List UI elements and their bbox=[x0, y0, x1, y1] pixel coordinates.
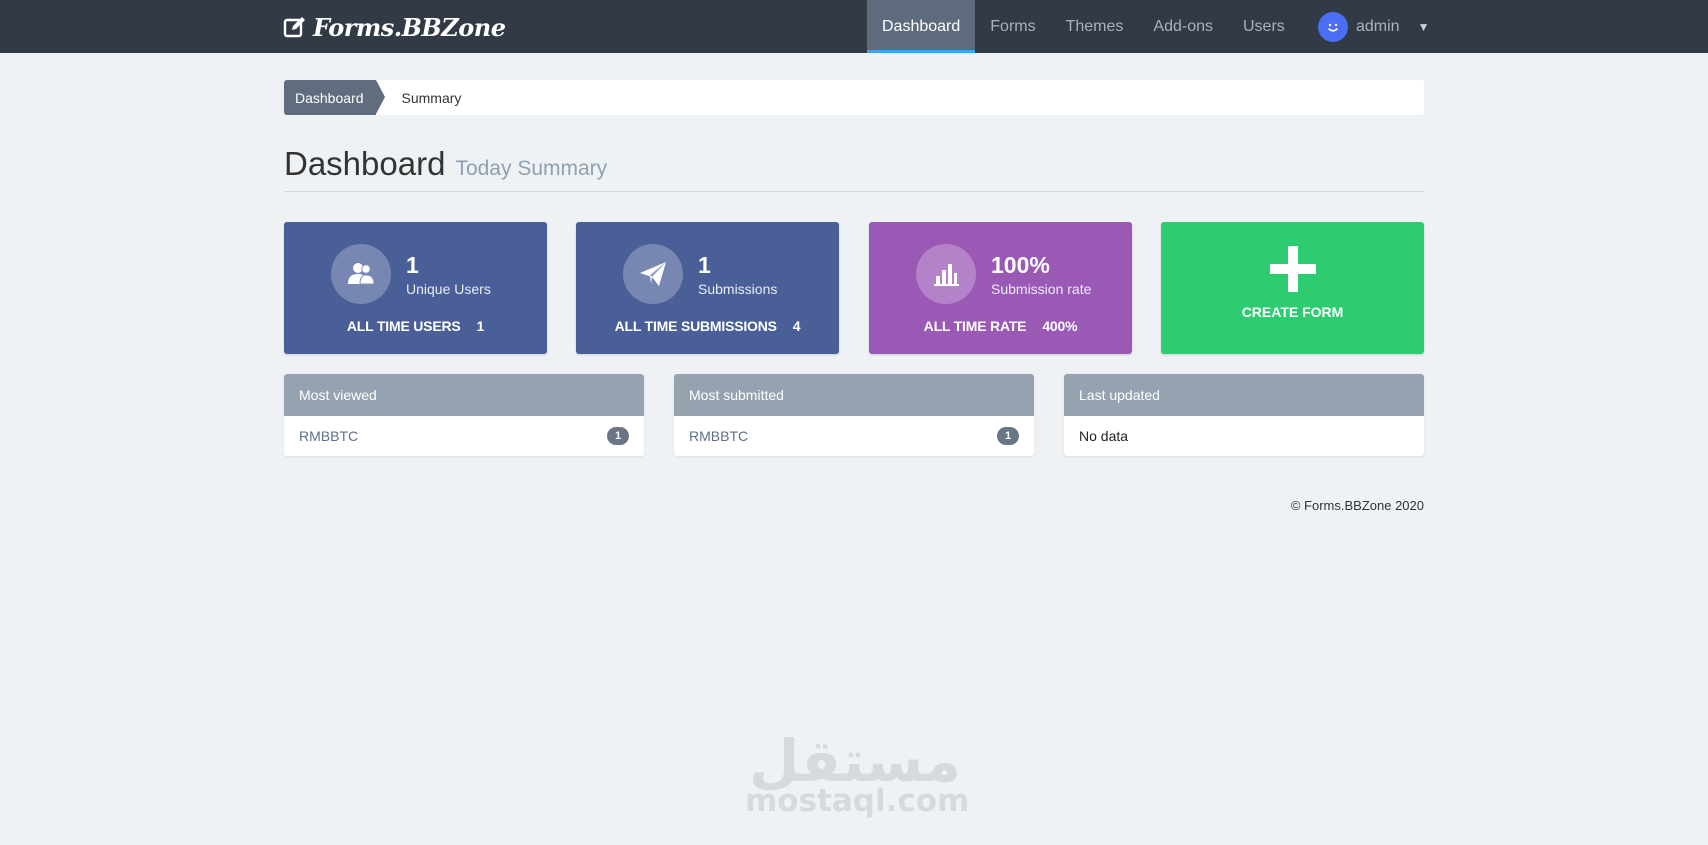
breadcrumb-dashboard[interactable]: Dashboard bbox=[284, 80, 384, 115]
top-navbar: Forms.BBZone Dashboard Forms Themes Add-… bbox=[0, 0, 1708, 53]
users-icon bbox=[331, 244, 391, 304]
card-label: Submissions bbox=[698, 281, 778, 297]
nav-themes[interactable]: Themes bbox=[1051, 0, 1139, 53]
caret-down-icon: ▼ bbox=[1417, 19, 1430, 34]
empty-message: No data bbox=[1079, 428, 1129, 444]
nav-forms[interactable]: Forms bbox=[975, 0, 1050, 53]
stat-card-rate: 100% Submission rate ALL TIME RATE 400% bbox=[869, 222, 1132, 354]
list-item: No data bbox=[1064, 416, 1424, 456]
panel-title: Most viewed bbox=[284, 374, 644, 416]
card-footer: ALL TIME RATE 400% bbox=[869, 318, 1132, 334]
list-item: RMBBTC 1 bbox=[674, 416, 1034, 456]
nav-addons[interactable]: Add-ons bbox=[1138, 0, 1228, 53]
nav-dashboard[interactable]: Dashboard bbox=[867, 0, 976, 53]
card-footer-value: 4 bbox=[792, 318, 801, 334]
create-form-button[interactable]: CREATE FORM bbox=[1161, 222, 1424, 354]
breadcrumb-summary: Summary bbox=[401, 89, 462, 106]
nav-users[interactable]: Users bbox=[1228, 0, 1300, 53]
create-form-label: CREATE FORM bbox=[1241, 304, 1344, 320]
brand-name: Forms.BBZone bbox=[313, 12, 506, 42]
form-link[interactable]: RMBBTC bbox=[689, 428, 748, 444]
user-name: admin bbox=[1356, 17, 1400, 35]
card-value: 100% bbox=[991, 252, 1050, 278]
stat-card-users: 1 Unique Users ALL TIME USERS 1 bbox=[284, 222, 547, 354]
edit-icon bbox=[283, 17, 305, 38]
panel-last-updated: Last updated No data bbox=[1064, 374, 1424, 456]
panel-most-submitted: Most submitted RMBBTC 1 bbox=[674, 374, 1034, 456]
watermark-latin: mostaql.com bbox=[745, 783, 970, 819]
panel-most-viewed: Most viewed RMBBTC 1 bbox=[284, 374, 644, 456]
card-label: Unique Users bbox=[406, 281, 491, 297]
page-header: Dashboard Today Summary bbox=[284, 145, 1424, 192]
count-badge: 1 bbox=[607, 427, 629, 445]
paper-plane-icon bbox=[623, 244, 683, 304]
card-label: Submission rate bbox=[991, 281, 1092, 297]
card-footer: ALL TIME SUBMISSIONS 4 bbox=[576, 318, 839, 334]
bar-chart-icon bbox=[916, 244, 976, 304]
form-link[interactable]: RMBBTC bbox=[299, 428, 358, 444]
user-menu[interactable]: admin ▼ bbox=[1318, 0, 1429, 53]
card-footer-label: ALL TIME RATE bbox=[923, 318, 1027, 334]
breadcrumb: Dashboard Summary bbox=[284, 80, 1424, 115]
page-title: Dashboard bbox=[284, 145, 446, 182]
smiley-icon bbox=[1318, 11, 1348, 42]
page-subtitle: Today Summary bbox=[455, 157, 608, 180]
plus-icon bbox=[1269, 246, 1316, 292]
card-footer-label: ALL TIME SUBMISSIONS bbox=[614, 318, 777, 334]
brand-logo[interactable]: Forms.BBZone bbox=[283, 12, 506, 42]
watermark: مستقل mostaql.com bbox=[745, 730, 970, 830]
card-value: 1 bbox=[406, 252, 419, 278]
card-footer-value: 1 bbox=[476, 318, 485, 334]
list-item: RMBBTC 1 bbox=[284, 416, 644, 456]
card-footer-value: 400% bbox=[1042, 318, 1078, 334]
count-badge: 1 bbox=[997, 427, 1019, 445]
card-footer-label: ALL TIME USERS bbox=[346, 318, 461, 334]
card-value: 1 bbox=[698, 252, 711, 278]
panel-title: Most submitted bbox=[674, 374, 1034, 416]
stat-card-submissions: 1 Submissions ALL TIME SUBMISSIONS 4 bbox=[576, 222, 839, 354]
card-footer: ALL TIME USERS 1 bbox=[284, 318, 547, 334]
footer-copyright: © Forms.BBZone 2020 bbox=[1290, 498, 1424, 513]
panel-title: Last updated bbox=[1064, 374, 1424, 416]
main-nav: Dashboard Forms Themes Add-ons Users bbox=[867, 0, 1300, 53]
